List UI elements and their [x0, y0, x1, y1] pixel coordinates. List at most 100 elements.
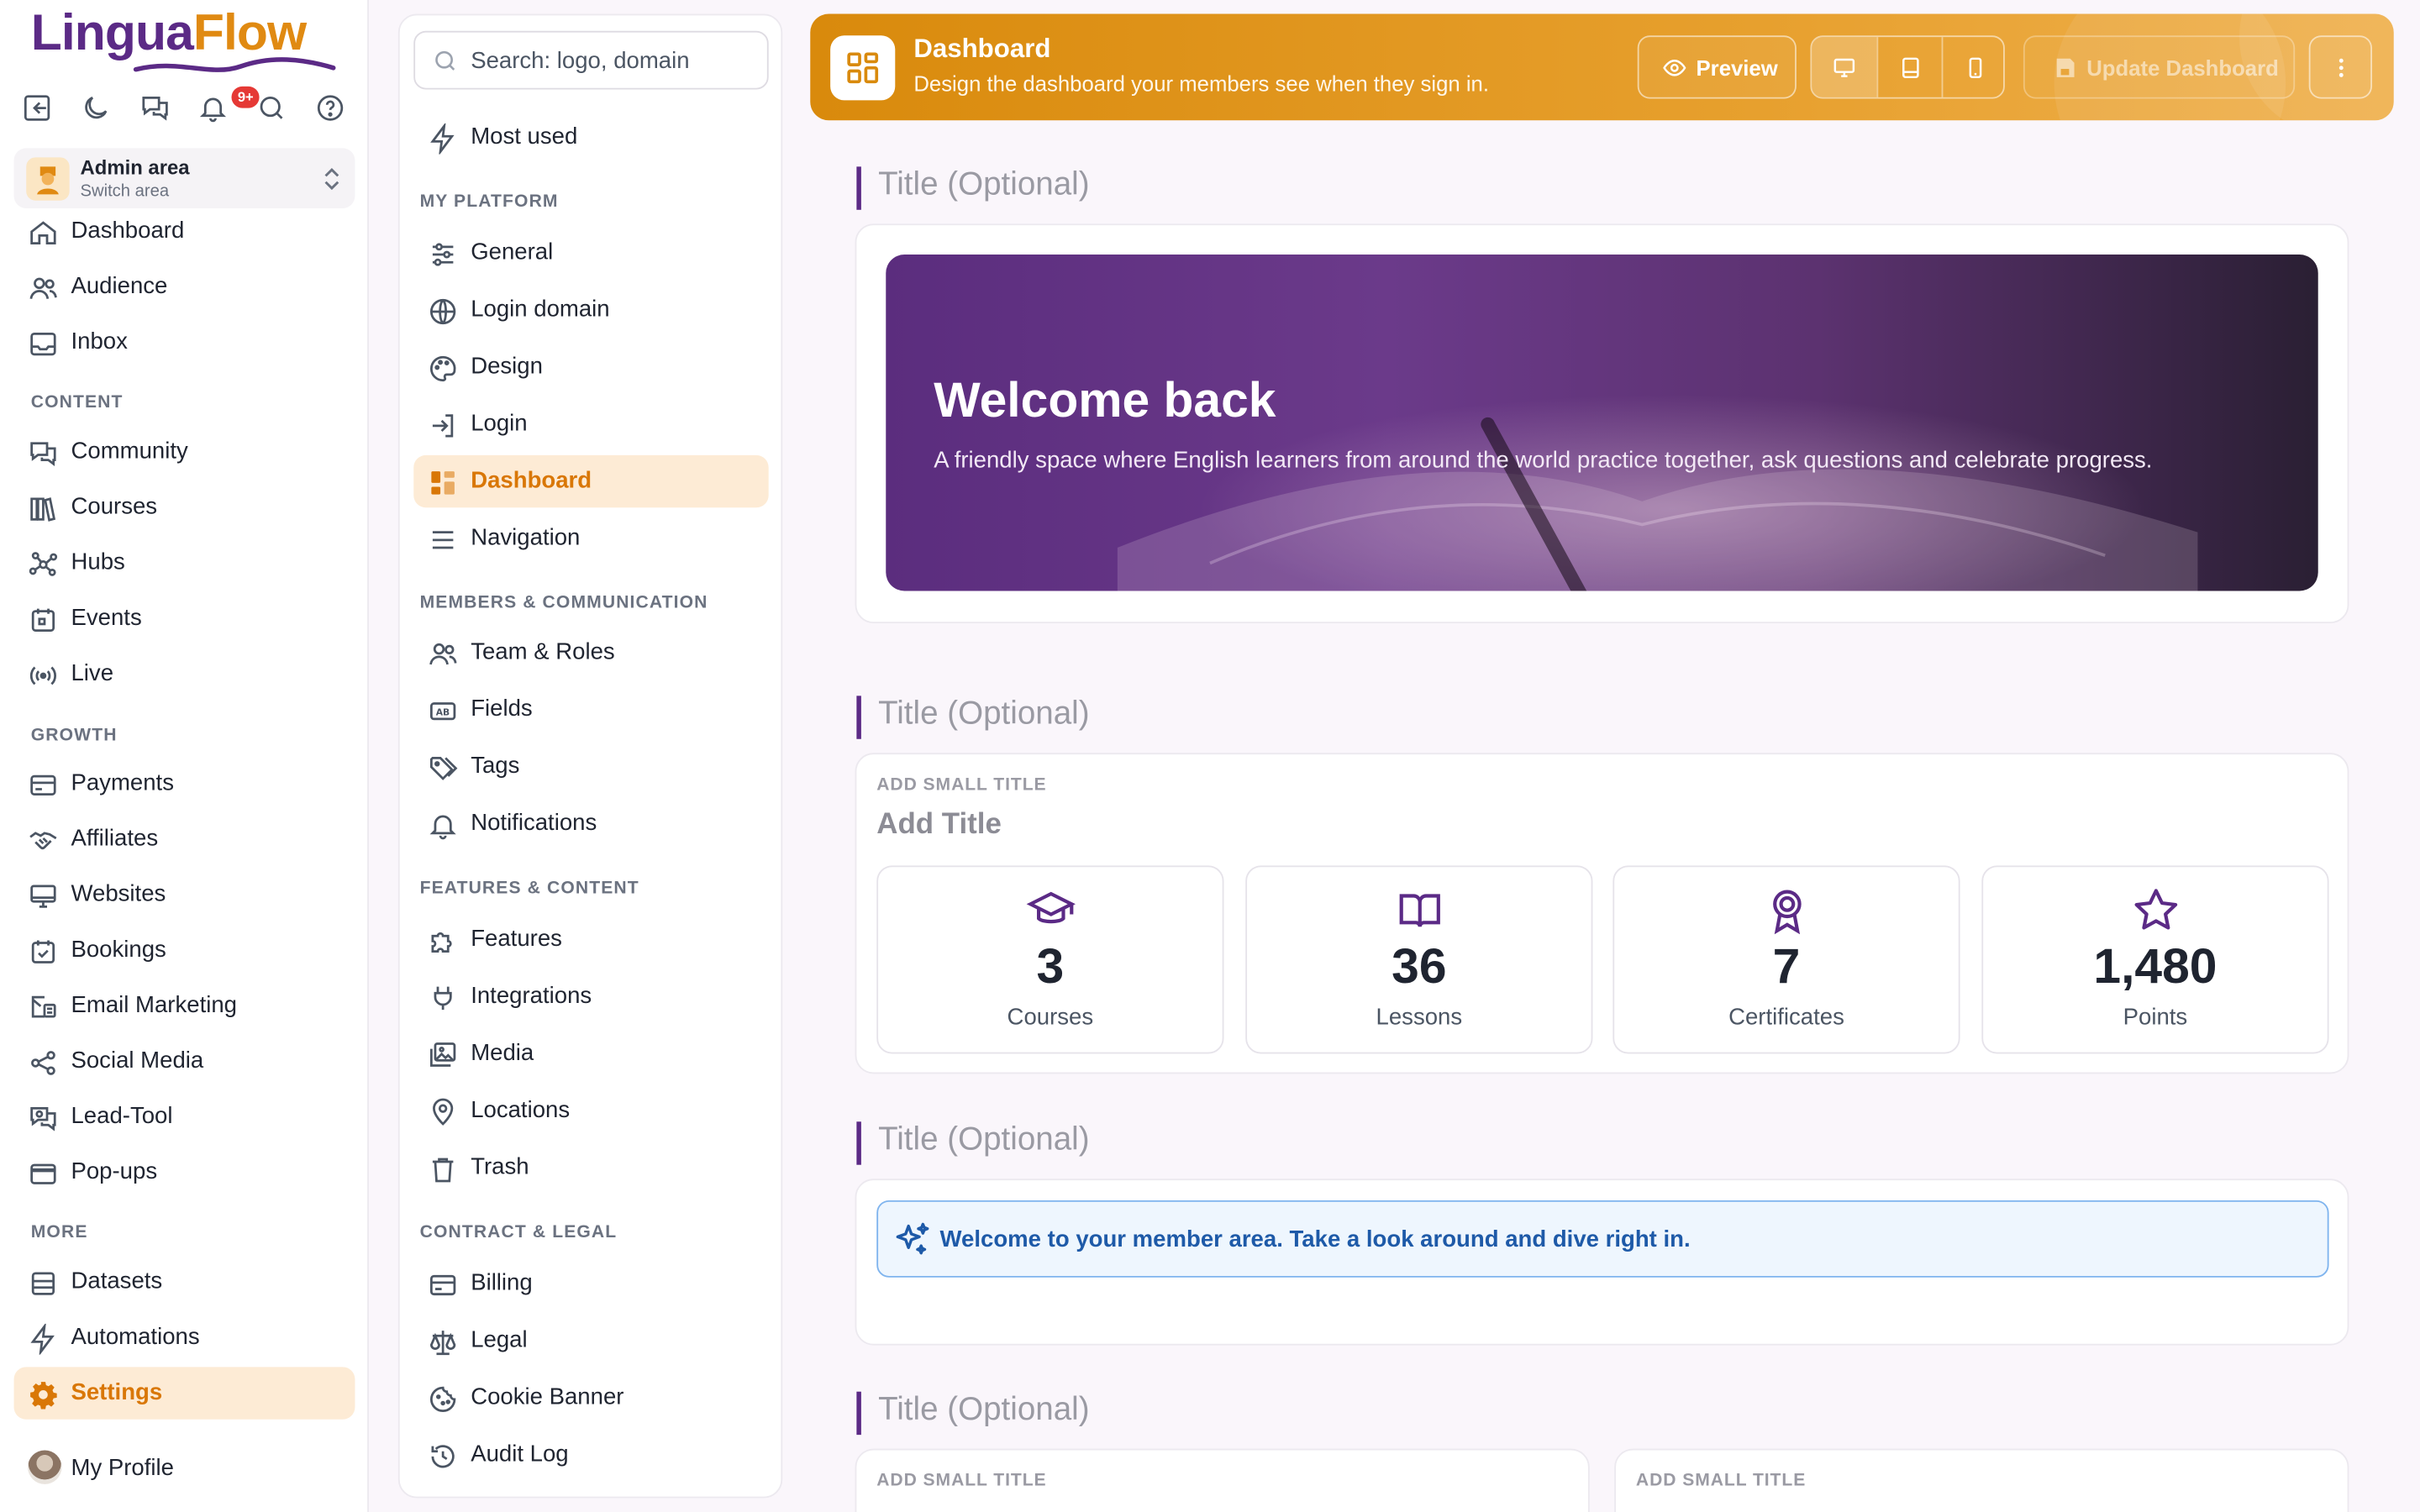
nav-item-social-media[interactable]: Social Media	[14, 1035, 355, 1087]
nav-label: Payments	[71, 769, 175, 796]
nav-item-events[interactable]: Events	[14, 592, 355, 644]
nav-label: Courses	[71, 493, 158, 520]
moon-icon[interactable]	[81, 92, 114, 126]
exit-icon[interactable]	[22, 92, 55, 126]
nav-label: Inbox	[71, 328, 128, 355]
bottom-block-right[interactable]: ADD SMALL TITLE	[1614, 1448, 2349, 1512]
help-icon[interactable]	[315, 92, 349, 126]
save-icon	[2056, 58, 2075, 77]
settings-item-legal[interactable]: Legal	[413, 1315, 768, 1367]
stat-card-courses[interactable]: 3 Courses	[876, 865, 1224, 1054]
section-title-4[interactable]: Title (Optional)	[856, 1391, 1090, 1436]
settings-item-navigation[interactable]: Navigation	[413, 512, 768, 564]
nav-item-lead-tool[interactable]: Lead-Tool	[14, 1091, 355, 1143]
settings-item-general[interactable]: General	[413, 227, 768, 279]
stats-title[interactable]: Add Title	[876, 808, 1002, 842]
brand-logo-part1: Lingua	[30, 3, 194, 60]
nav-item-automations[interactable]: Automations	[14, 1311, 355, 1363]
stats-small-title[interactable]: ADD SMALL TITLE	[876, 776, 1046, 795]
device-tablet-button[interactable]	[1876, 37, 1941, 97]
handshake-icon	[29, 832, 57, 850]
settings-item-label: Integrations	[471, 982, 592, 1010]
info-block[interactable]: Welcome to your member area. Take a look…	[855, 1179, 2349, 1346]
hero-block[interactable]: Welcome back A friendly space where Engl…	[855, 223, 2349, 624]
settings-item-team-roles[interactable]: Team & Roles	[413, 627, 768, 679]
settings-item-integrations[interactable]: Integrations	[413, 970, 768, 1022]
nav-item-community[interactable]: Community	[14, 426, 355, 478]
settings-item-features[interactable]: Features	[413, 913, 768, 965]
settings-item-audit-log[interactable]: Audit Log	[413, 1429, 768, 1481]
fields-icon: AB	[429, 702, 456, 721]
settings-item-most-used[interactable]: Most used	[413, 111, 768, 163]
more-options-button[interactable]	[2308, 35, 2373, 99]
nav-item-pop-ups[interactable]: Pop-ups	[14, 1147, 355, 1199]
hero-banner[interactable]: Welcome back A friendly space where Engl…	[886, 255, 2318, 591]
device-desktop-button[interactable]	[1812, 37, 1877, 97]
nav-heading-more: MORE	[30, 1223, 88, 1242]
settings-item-media[interactable]: Media	[413, 1027, 768, 1079]
bell-icon[interactable]	[197, 92, 231, 126]
area-switcher[interactable]: Admin area Switch area	[13, 148, 355, 208]
vertical-dots-icon	[2338, 58, 2344, 77]
stat-card-lessons[interactable]: 36 Lessons	[1245, 865, 1593, 1054]
nav-item-live[interactable]: Live	[14, 648, 355, 700]
section-title-1[interactable]: Title (Optional)	[856, 166, 1090, 210]
bottom-block-left[interactable]: ADD SMALL TITLE	[855, 1448, 1590, 1512]
nav-item-affiliates[interactable]: Affiliates	[14, 813, 355, 865]
sparkles-icon	[896, 1222, 929, 1255]
preview-button[interactable]: Preview	[1637, 35, 1797, 99]
section-title-2[interactable]: Title (Optional)	[856, 696, 1090, 739]
section-title-3[interactable]: Title (Optional)	[856, 1121, 1090, 1165]
nav-item-settings[interactable]: Settings	[13, 1367, 355, 1420]
nav-item-datasets[interactable]: Datasets	[14, 1256, 355, 1308]
nav-item-dashboard[interactable]: Dashboard	[14, 205, 355, 257]
stat-card-certificates[interactable]: 7 Certificates	[1612, 865, 1960, 1054]
nav-item-websites[interactable]: Websites	[14, 869, 355, 921]
nav-item-audience[interactable]: Audience	[14, 260, 355, 312]
info-alert[interactable]: Welcome to your member area. Take a look…	[876, 1200, 2329, 1278]
nav-item-bookings[interactable]: Bookings	[14, 924, 355, 976]
bottom-small-title[interactable]: ADD SMALL TITLE	[1636, 1472, 1806, 1490]
update-dashboard-button[interactable]: Update Dashboard	[2023, 35, 2296, 99]
settings-item-fields[interactable]: AB Fields	[413, 684, 768, 736]
settings-item-login-domain[interactable]: Login domain	[413, 284, 768, 336]
settings-item-label: Fields	[471, 696, 533, 722]
brand-logo[interactable]: LinguaFlow	[31, 3, 307, 62]
bottom-small-title[interactable]: ADD SMALL TITLE	[876, 1472, 1046, 1490]
calendar-icon	[31, 608, 55, 632]
nav-item-my-profile[interactable]: My Profile	[14, 1442, 355, 1494]
settings-item-login[interactable]: Login	[413, 398, 768, 450]
login-icon	[432, 414, 454, 438]
search-icon[interactable]	[256, 92, 290, 126]
settings-search	[413, 30, 769, 90]
nav-item-payments[interactable]: Payments	[14, 758, 355, 810]
settings-item-dashboard[interactable]: Dashboard	[413, 454, 769, 508]
puzzle-icon	[431, 932, 452, 953]
hero-text: A friendly space where English learners …	[934, 447, 2153, 474]
nav-item-inbox[interactable]: Inbox	[14, 317, 355, 369]
nav-label: Community	[71, 438, 188, 465]
settings-item-cookie-banner[interactable]: Cookie Banner	[413, 1372, 768, 1424]
settings-item-billing[interactable]: Billing	[413, 1257, 768, 1310]
chat-icon[interactable]	[139, 92, 172, 126]
settings-item-locations[interactable]: Locations	[413, 1084, 768, 1137]
database-icon	[31, 1272, 55, 1295]
preview-label: Preview	[1696, 55, 1778, 81]
page-title: Dashboard	[913, 34, 1051, 64]
stat-card-points[interactable]: 1,480 Points	[1981, 865, 2329, 1054]
settings-item-label: Legal	[471, 1326, 528, 1353]
stat-value: 36	[1392, 937, 1447, 994]
settings-item-notifications[interactable]: Notifications	[413, 798, 768, 850]
chat-icon	[30, 442, 56, 466]
broadcast-icon	[29, 666, 56, 685]
nav-item-hubs[interactable]: Hubs	[14, 537, 355, 589]
search-input[interactable]	[471, 32, 761, 88]
cookie-icon	[429, 1386, 456, 1413]
settings-item-trash[interactable]: Trash	[413, 1142, 768, 1194]
settings-item-design[interactable]: Design	[413, 341, 768, 393]
nav-item-email-marketing[interactable]: Email Marketing	[14, 979, 355, 1032]
nav-item-courses[interactable]: Courses	[14, 481, 355, 533]
settings-item-tags[interactable]: Tags	[413, 741, 768, 793]
stats-block[interactable]: ADD SMALL TITLE Add Title 3 Courses 36 L…	[855, 753, 2349, 1074]
device-mobile-button[interactable]	[1941, 37, 2003, 97]
